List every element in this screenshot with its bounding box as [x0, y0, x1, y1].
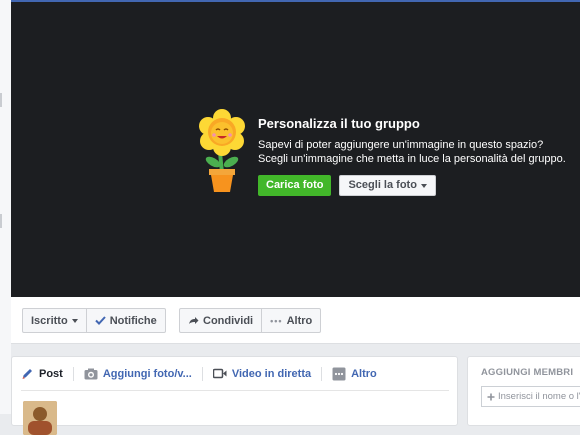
choose-photo-button[interactable]: Scegli la foto: [339, 175, 436, 196]
tab-divider: [72, 366, 74, 381]
tab-live-video-label: Video in diretta: [231, 367, 312, 380]
joined-button[interactable]: Iscritto: [22, 308, 87, 333]
upload-photo-button[interactable]: Carica foto: [258, 175, 332, 196]
sidebar-tick: [0, 214, 2, 228]
add-members-panel: AGGIUNGI MEMBRI Inserisci il nome o l': [467, 356, 580, 426]
cover-photo-area: Personalizza il tuo gruppo Sapevi di pot…: [11, 0, 580, 297]
tab-more[interactable]: Altro: [332, 367, 377, 381]
tab-live-video[interactable]: Video in diretta: [212, 367, 312, 380]
share-arrow-icon: [189, 317, 199, 324]
caret-down-icon: [420, 183, 427, 188]
composer-tabs: Post Aggiungi foto/v... Video in diretta: [21, 357, 449, 391]
caret-down-icon: [71, 318, 78, 323]
checkmark-icon: [94, 316, 106, 325]
pencil-icon: [22, 369, 32, 379]
cover-description-line1: Sapevi di poter aggiungere un'immagine i…: [258, 139, 544, 151]
more-label: Altro: [286, 314, 313, 327]
tab-divider: [201, 366, 203, 381]
add-member-input[interactable]: Inserisci il nome o l': [481, 386, 580, 407]
ellipsis-icon: •••: [270, 315, 283, 326]
camera-icon: [84, 368, 98, 379]
share-button-group: Condividi ••• Altro: [179, 308, 322, 333]
tab-more-label: Altro: [351, 367, 377, 380]
avatar-image: [23, 401, 57, 435]
more-button[interactable]: ••• Altro: [262, 308, 322, 333]
post-composer: Post Aggiungi foto/v... Video in diretta: [11, 356, 458, 435]
share-label: Condividi: [203, 314, 254, 327]
sidebar-tick: [0, 93, 2, 107]
sunflower-pot-icon: [199, 109, 245, 192]
share-button[interactable]: Condividi: [179, 308, 263, 333]
tab-post[interactable]: Post: [21, 367, 63, 380]
membership-button-group: Iscritto Notifiche: [22, 308, 166, 333]
avatar: [23, 401, 57, 435]
add-members-title: AGGIUNGI MEMBRI: [481, 367, 574, 378]
notifications-label: Notifiche: [109, 314, 157, 327]
cover-title: Personalizza il tuo gruppo: [258, 116, 420, 131]
tab-add-photo-label: Aggiungi foto/v...: [102, 367, 192, 380]
more-icon: [332, 367, 346, 380]
tab-divider: [321, 366, 323, 381]
notifications-button[interactable]: Notifiche: [86, 308, 166, 333]
left-sidebar-edge: [0, 0, 11, 414]
group-action-bar: Iscritto Notifiche Condividi ••• Altro: [11, 297, 580, 344]
video-camera-icon: [212, 368, 227, 379]
plus-icon: [487, 393, 495, 400]
add-member-placeholder: Inserisci il nome o l': [498, 391, 580, 402]
tab-add-photo-video[interactable]: Aggiungi foto/v...: [84, 368, 192, 380]
upload-photo-label: Carica foto: [266, 179, 324, 191]
tab-post-label: Post: [39, 367, 63, 380]
choose-photo-label: Scegli la foto: [348, 179, 417, 191]
cover-description-line2: Scegli un'immagine che metta in luce la …: [258, 153, 566, 165]
joined-label: Iscritto: [31, 314, 68, 327]
